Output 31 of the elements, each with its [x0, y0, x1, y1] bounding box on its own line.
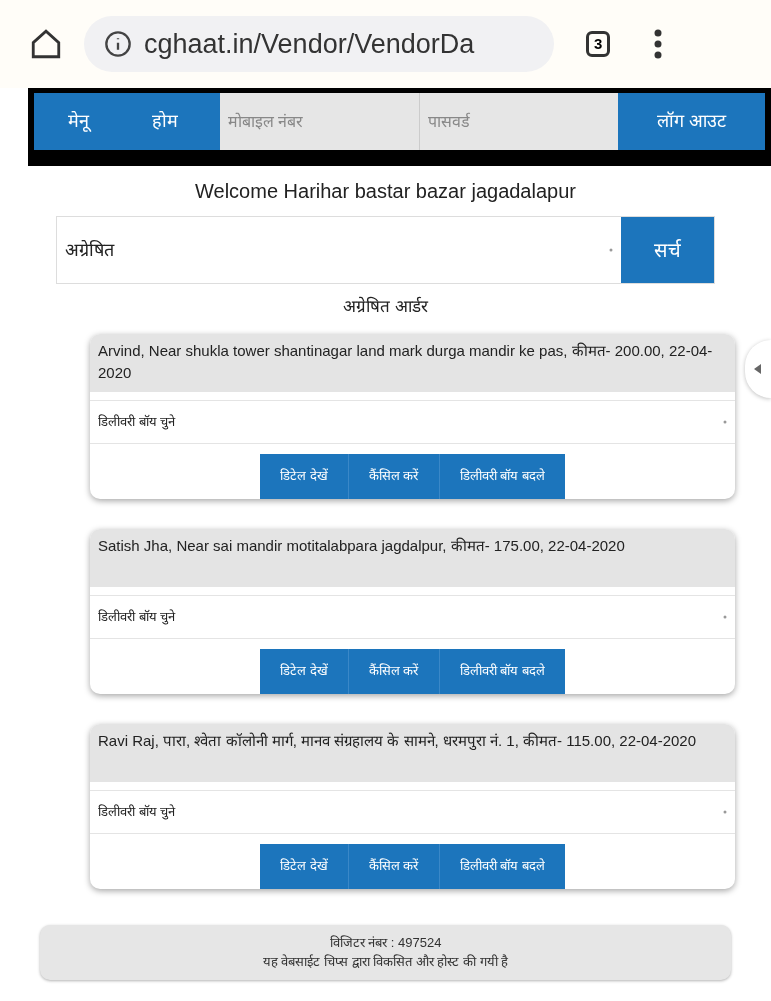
- delivery-boy-select[interactable]: डिलीवरी बॉय चुने: [90, 789, 735, 834]
- menu-icon[interactable]: [654, 29, 663, 59]
- action-button[interactable]: कैंसिल करें: [348, 843, 440, 889]
- info-icon: [104, 30, 132, 58]
- tab-count[interactable]: 3: [586, 31, 611, 57]
- order-details: Ravi Raj, पारा, श्वेता कॉलोनी मार्ग, मानव संग्रहालय के सामने, धरमपुरा नं. 1, कीमत- 115.00, 22-04-2020: [90, 723, 735, 782]
- caret-icon: [754, 364, 762, 374]
- url-text: cghaat.in/Vendor/VendorDa: [144, 27, 475, 61]
- action-button[interactable]: कैंसिल करें: [348, 453, 440, 499]
- action-button[interactable]: डिटेल देखें: [260, 453, 349, 499]
- order-details: Satish Jha, Near sai mandir motitalabpara jagdalpur, कीमत- 175.00, 22-04-2020: [90, 528, 735, 587]
- section-heading: अग्रेषित आर्डर: [342, 295, 429, 318]
- password-field[interactable]: पासवर्ड: [420, 93, 618, 150]
- action-button[interactable]: डिलीवरी बॉय बदले: [439, 843, 565, 889]
- welcome-text: Welcome Harihar bastar bazar jagadalapur: [194, 179, 577, 204]
- mobile-field[interactable]: मोबाइल नंबर: [220, 93, 420, 150]
- address-bar[interactable]: cghaat.in/Vendor/VendorDa: [84, 16, 554, 72]
- side-tab[interactable]: [745, 340, 771, 398]
- delivery-boy-select[interactable]: डिलीवरी बॉय चुने: [90, 594, 735, 639]
- visitor-count: विजिटर नंबर : 497524: [328, 933, 443, 952]
- action-button[interactable]: डिलीवरी बॉय बदले: [439, 453, 565, 499]
- delivery-boy-select[interactable]: डिलीवरी बॉय चुने: [90, 399, 735, 444]
- menu-button[interactable]: मेनू: [34, 93, 122, 150]
- action-button[interactable]: डिटेल देखें: [260, 648, 349, 694]
- logout-button[interactable]: लॉग आउट: [618, 93, 765, 150]
- order-details: Arvind, Near shukla tower shantinagar land mark durga mandir ke pas, कीमत- 200.00, 22-04-2020: [90, 333, 735, 392]
- credit-text: यह वेबसाईट चिप्स द्वारा विकसित और होस्ट की गयी है: [261, 953, 510, 971]
- action-button[interactable]: डिटेल देखें: [260, 843, 349, 889]
- action-button[interactable]: डिलीवरी बॉय बदले: [439, 648, 565, 694]
- home-button[interactable]: होम: [122, 93, 220, 150]
- action-button[interactable]: कैंसिल करें: [348, 648, 440, 694]
